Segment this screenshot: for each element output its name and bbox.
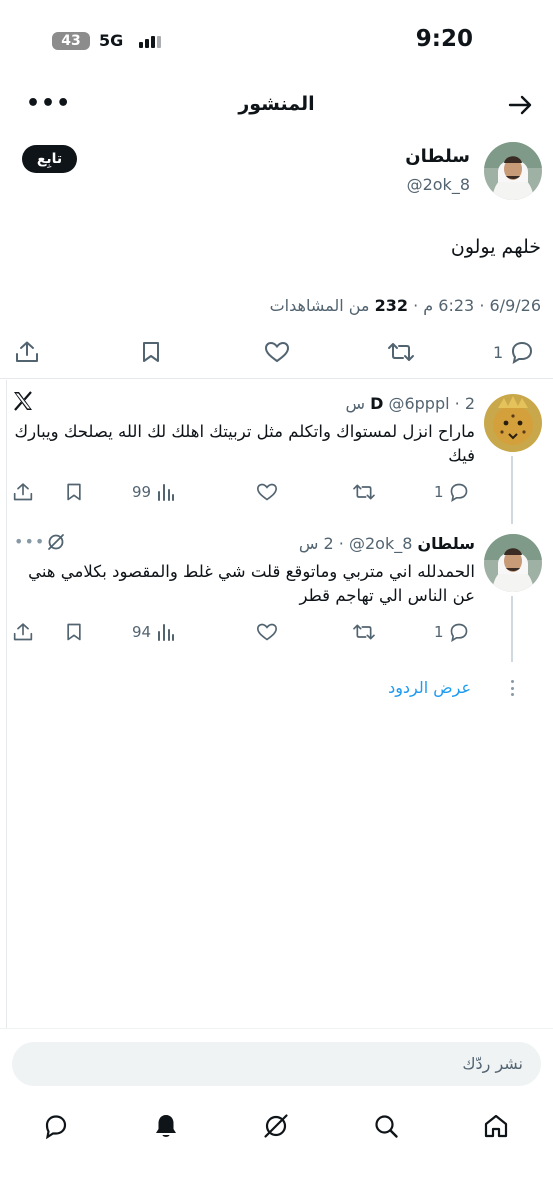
like-button[interactable] xyxy=(255,482,279,502)
reply-icon xyxy=(450,623,467,642)
messages-icon[interactable] xyxy=(42,1112,70,1140)
reply-icon xyxy=(450,483,467,502)
more-icon[interactable]: ••• xyxy=(26,93,71,115)
avatar[interactable] xyxy=(484,534,542,592)
views-label: من المشاهدات xyxy=(269,296,370,315)
post-text: خلهم يولون xyxy=(450,236,541,258)
views-button[interactable]: 99 xyxy=(132,482,175,502)
post-date: 6/9/26 xyxy=(489,296,542,315)
share-button[interactable] xyxy=(14,340,40,364)
reply-header: سلطان @2ok_8 · 2 س xyxy=(298,534,475,553)
x-logo-icon xyxy=(12,390,34,412)
reply-header: D @6pppl · 2 س xyxy=(345,394,475,413)
share-button[interactable] xyxy=(12,622,34,642)
reply-author-handle[interactable]: @6pppl xyxy=(388,394,449,413)
more-icon[interactable]: ••• xyxy=(14,532,45,551)
page-title: المنشور xyxy=(238,93,315,115)
share-button[interactable] xyxy=(12,482,34,502)
reply-count: 1 xyxy=(434,623,444,641)
reply-text: ماراح انزل لمستواك واتكلم مثل تربيتك اهل… xyxy=(14,422,476,465)
repost-icon xyxy=(388,343,414,361)
repost-button[interactable] xyxy=(352,482,376,502)
grok-icon[interactable] xyxy=(262,1112,290,1140)
views-chart-icon xyxy=(158,624,175,641)
views-count: 99 xyxy=(132,483,152,501)
post-time: 6:23 م xyxy=(423,296,475,315)
reply-button[interactable]: 1 xyxy=(493,340,535,364)
bookmark-button[interactable] xyxy=(64,482,84,502)
bookmark-button[interactable] xyxy=(139,340,163,364)
heart-icon xyxy=(264,341,290,363)
views-button[interactable]: 94 xyxy=(132,622,175,642)
author-handle[interactable]: @2ok_8 xyxy=(407,175,470,194)
reply-author-name[interactable]: D xyxy=(370,394,383,413)
like-button[interactable] xyxy=(263,340,291,364)
repost-icon xyxy=(353,484,375,500)
follow-button[interactable]: تابِع xyxy=(22,145,77,173)
avatar[interactable] xyxy=(484,394,542,452)
thread-line xyxy=(511,596,513,662)
reply-count: 1 xyxy=(493,342,504,362)
views-chart-icon xyxy=(158,484,175,501)
bookmark-icon xyxy=(143,342,159,362)
battery-indicator: 43 xyxy=(52,32,90,50)
reply-actions: 1 99 xyxy=(0,480,480,504)
reply-author-name[interactable]: سلطان xyxy=(417,534,475,553)
heart-icon xyxy=(256,483,278,501)
author-name[interactable]: سلطان xyxy=(405,146,470,167)
show-replies-link[interactable]: عرض الردود xyxy=(388,678,471,697)
bookmark-icon xyxy=(67,623,81,641)
post-meta: 6/9/26 · 6:23 م · 232 من المشاهدات xyxy=(269,296,542,315)
heart-icon xyxy=(256,623,278,641)
share-icon xyxy=(13,483,33,501)
share-icon xyxy=(16,341,38,362)
compose-placeholder: نشر ردّك xyxy=(462,1054,523,1073)
divider xyxy=(0,378,553,379)
divider xyxy=(6,380,7,1028)
post-actions: 1 xyxy=(0,336,553,368)
repost-button[interactable] xyxy=(387,340,415,364)
reply-text: الحمدلله اني متربي وماتوقع قلت شي غلط وا… xyxy=(28,562,475,605)
views-count: 232 xyxy=(374,296,408,315)
search-icon[interactable] xyxy=(372,1112,400,1140)
reply-icon xyxy=(512,341,533,364)
reply-count: 1 xyxy=(434,483,444,501)
signal-icon xyxy=(139,34,161,48)
bookmark-icon xyxy=(67,483,81,501)
network-label: 5G xyxy=(99,31,124,50)
avatar[interactable] xyxy=(484,142,542,200)
reply-time: 2 س xyxy=(298,534,334,553)
bookmark-button[interactable] xyxy=(64,622,84,642)
like-button[interactable] xyxy=(255,622,279,642)
bottom-nav xyxy=(0,1108,553,1148)
reply-button[interactable]: 1 xyxy=(434,482,470,502)
repost-icon xyxy=(353,624,375,640)
notifications-icon[interactable] xyxy=(152,1112,180,1140)
thread-line xyxy=(511,456,513,524)
more-replies-dots xyxy=(510,680,514,696)
divider xyxy=(0,1028,553,1029)
status-time: 9:20 xyxy=(415,26,473,52)
reply-actions: 1 94 xyxy=(0,620,480,644)
home-icon[interactable] xyxy=(482,1112,510,1140)
reply-compose-input[interactable]: نشر ردّك xyxy=(12,1042,541,1086)
grok-icon[interactable] xyxy=(46,532,66,552)
reply-button[interactable]: 1 xyxy=(434,622,470,642)
share-icon xyxy=(13,623,33,641)
repost-button[interactable] xyxy=(352,622,376,642)
views-count: 94 xyxy=(132,623,152,641)
reply-author-handle[interactable]: @2ok_8 xyxy=(349,534,412,553)
